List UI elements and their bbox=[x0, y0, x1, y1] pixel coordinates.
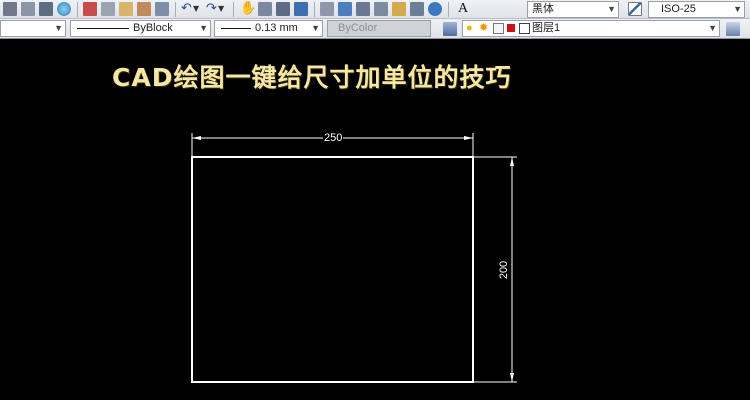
vertical-dimension[interactable] bbox=[474, 156, 517, 383]
rectangle[interactable] bbox=[191, 156, 474, 383]
arrowhead bbox=[464, 136, 473, 140]
horizontal-dimension-text[interactable]: 250 bbox=[323, 132, 344, 144]
arrowhead bbox=[192, 136, 201, 140]
drawing-canvas[interactable] bbox=[0, 0, 750, 400]
arrowhead bbox=[510, 157, 514, 166]
vertical-dimension-text[interactable]: 200 bbox=[498, 259, 511, 281]
arrowhead bbox=[510, 373, 514, 382]
